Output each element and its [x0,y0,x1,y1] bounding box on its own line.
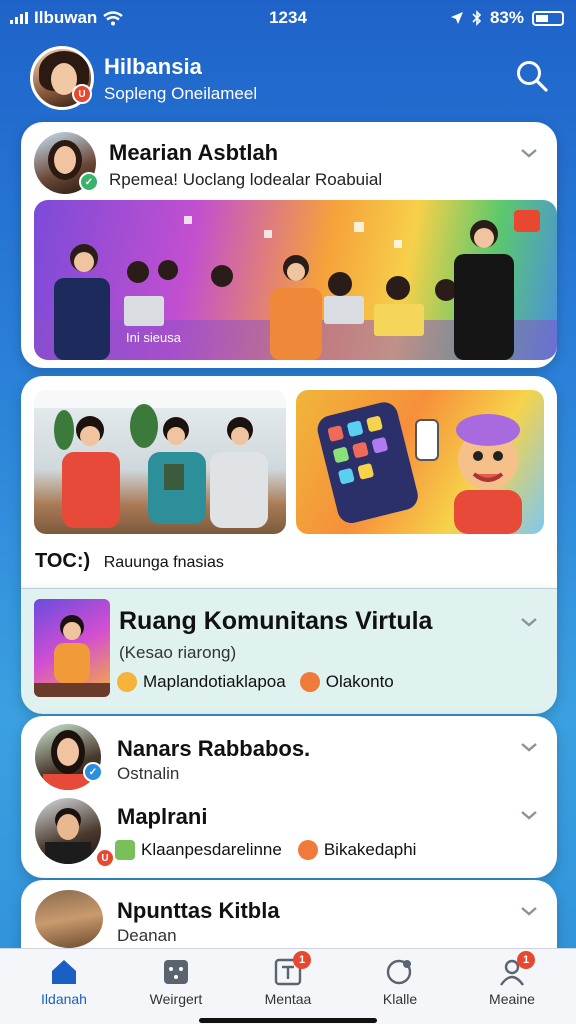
avatar[interactable] [35,798,101,864]
app-illustration[interactable] [296,390,544,534]
chevron-down-icon[interactable] [519,615,539,629]
event-photo[interactable]: Ini sieusa [34,200,557,360]
battery-percent: 83% [489,8,524,27]
tab-label: Meaine [489,991,535,1007]
chevron-down-icon[interactable] [519,904,539,918]
group-name: Npunttas Kitbla [117,898,280,923]
tab-label: Klalle [382,991,418,1007]
community-thumbnail[interactable] [34,599,110,697]
people-photo-illustration [34,390,286,528]
feed-card[interactable]: ✓ Mearian Asbtlah Rpemea! Uoclang lodeal… [21,122,557,368]
profile-name: Hilbansia [104,54,202,79]
group-avatar[interactable] [35,890,103,948]
home-indicator [199,1018,377,1023]
bluetooth-icon [472,10,482,26]
list-item[interactable]: U Maplrani Klaanpesdarelinne Bikakedaphi [21,796,557,876]
emoji-icon [115,840,135,860]
home-icon [52,960,76,984]
list-item[interactable]: ✓ Nanars Rabbabos. Ostnalin [21,716,557,796]
tag-label[interactable]: Maplandotiaklapoa [143,672,286,692]
status-right: 83% [450,8,564,28]
inbox-icon-wrap: 1 [273,951,311,987]
tag-label[interactable]: Klaanpesdarelinne [141,840,282,860]
people-card[interactable]: ✓ Nanars Rabbabos. Ostnalin U Maplrani K… [21,716,557,878]
emoji-icon [297,840,318,860]
location-icon [450,12,463,24]
card-subtitle: Rpemea! Uoclang lodealar Roabuial [109,170,383,189]
emoji-icon [299,672,320,692]
person-name: Nanars Rabbabos. [117,736,311,761]
status-bar: Ilbuwan 1234 83% [0,0,576,36]
chat-icon [386,959,412,985]
verified-badge-icon: ✓ [83,762,103,782]
tab-games[interactable]: Weirgert [126,957,226,1017]
tab-label: Mentaa [264,991,312,1007]
office-photo[interactable] [34,390,286,534]
card-caption: TOC:) Rauunga fnasias [35,550,224,573]
community-card[interactable]: Ruang Komunitans Virtula (Kesao riarong)… [21,588,557,714]
phone-cartoon-illustration [317,402,522,534]
tab-bar: Ildanah Weirgert 1 Mentaa Klalle 1 Meain… [0,948,576,1024]
search-icon[interactable] [514,58,550,94]
tab-chat[interactable]: Klalle [350,957,450,1017]
caption-label: TOC:) [35,550,91,572]
badge-icon: U [95,848,115,868]
tab-label: Weirgert [149,991,203,1007]
chevron-down-icon[interactable] [519,146,539,160]
profile-header: U Hilbansia Sopleng Oneilameel [0,44,576,116]
games-icon [164,960,188,984]
check-badge-icon: ✓ [79,172,99,192]
person-illustration [34,615,110,697]
tab-profile[interactable]: 1 Meaine [462,951,562,1017]
verified-badge-icon: U [72,84,92,104]
tag-label[interactable]: Bikakedaphi [324,840,417,860]
tab-label: Ildanah [41,991,87,1007]
card-title: Mearian Asbtlah [109,140,279,165]
tab-home[interactable]: Ildanah [14,957,114,1017]
person-name: Maplrani [117,804,208,829]
community-tags: Maplandotiaklapoa Olakonto [117,672,394,692]
people-illustration [34,210,557,360]
person-subtitle: Ostnalin [117,764,180,783]
group-subtitle: Deanan [117,926,177,945]
feed-card-photos[interactable]: TOC:) Rauunga fnasias [21,376,557,588]
notification-badge: 1 [293,951,311,969]
profile-subtitle: Sopleng Oneilameel [104,84,258,103]
tab-inbox[interactable]: 1 Mentaa [238,951,338,1017]
community-title: Ruang Komunitans Virtula [119,607,433,635]
chevron-down-icon[interactable] [519,740,539,754]
caption-text: Rauunga fnasias [103,554,224,571]
person-tags: Klaanpesdarelinne Bikakedaphi [115,840,416,860]
community-subtitle: (Kesao riarong) [119,643,237,662]
battery-icon [532,10,564,26]
tag-label[interactable]: Olakonto [326,672,394,692]
chevron-down-icon[interactable] [519,808,539,822]
emoji-icon [117,672,137,692]
banner-caption: Ini sieusa [126,330,181,345]
profile-icon-wrap: 1 [497,951,535,987]
notification-badge: 1 [517,951,535,969]
